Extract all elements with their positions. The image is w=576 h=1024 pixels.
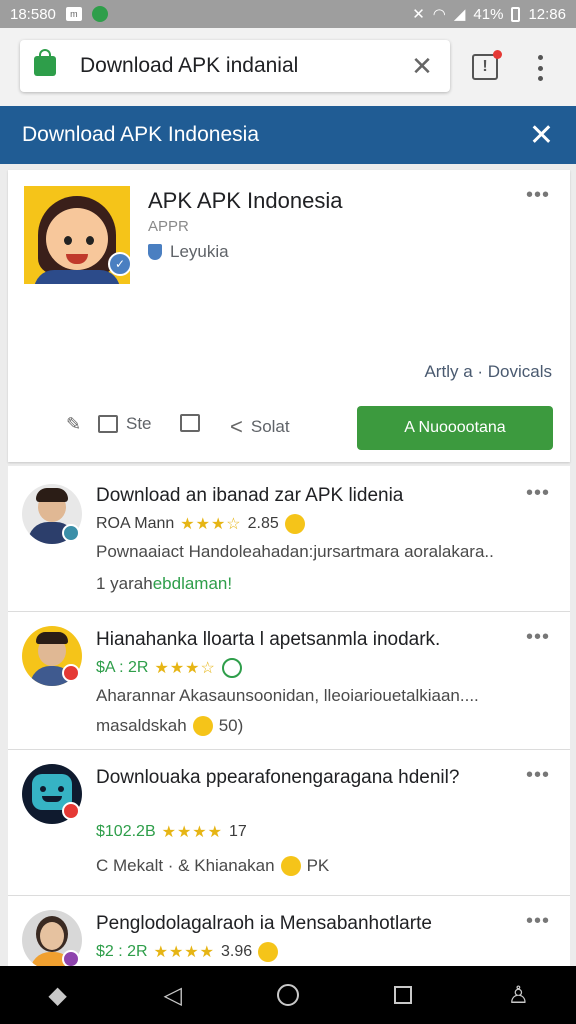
- item-foot-link[interactable]: ebdlaman!: [153, 574, 232, 594]
- item-title: Downlouaka ppearafonengaragana hdenil?: [96, 767, 460, 788]
- share-label: Solat: [250, 417, 290, 436]
- star-rating: ★★★☆: [154, 660, 216, 677]
- item-description: Aharannar Akasaunsoonidan, lleoiarioueta…: [96, 686, 479, 705]
- banner-title: Download APK Indonesia: [22, 123, 259, 146]
- developer-name: Leyukia: [170, 242, 229, 261]
- star-rating: ★★★★: [161, 824, 223, 841]
- signal-icon: ◢: [453, 6, 466, 23]
- status-time: 18:580: [10, 5, 56, 23]
- more-options-icon[interactable]: •••: [526, 482, 550, 505]
- item-description: Pownaaiact Handoleahadan:jursartmara aor…: [96, 542, 494, 561]
- avatar-badge-icon: [62, 524, 80, 542]
- list-item[interactable]: Download an ibanad zar APK lidenia ROA M…: [8, 466, 570, 612]
- more-options-icon[interactable]: •••: [526, 764, 550, 787]
- activity-text: Artly a · Dovicals: [424, 362, 552, 381]
- thumbs-up-icon: [98, 415, 118, 433]
- list-item[interactable]: Penglodolagalraoh ia Mensabanhotlarte $2…: [8, 896, 570, 966]
- page-banner: Download APK Indonesia ✕: [0, 106, 576, 164]
- navigation-bar: ◆ ◁ ♙: [0, 966, 576, 1024]
- item-foot-prefix: 1 yarah: [96, 574, 153, 593]
- item-meta-prefix: $102.2B: [96, 823, 156, 840]
- share-icon: <: [230, 414, 243, 439]
- close-icon[interactable]: ✕: [408, 51, 436, 82]
- action-row: ✎ Ste < Solat A Nuooootana: [8, 406, 570, 452]
- home-icon[interactable]: [268, 975, 308, 1015]
- url-text[interactable]: Download APK indanial: [80, 54, 408, 78]
- avatar-badge-icon: [62, 664, 80, 682]
- item-meta-suffix: 17: [228, 823, 247, 840]
- person-icon[interactable]: ♙: [498, 975, 538, 1015]
- battery-icon: [511, 6, 521, 22]
- verified-badge-icon: ✓: [108, 252, 132, 276]
- notification-icon: m: [65, 7, 82, 21]
- emoji-icon: [284, 514, 305, 534]
- star-rating: ★★★★: [153, 944, 215, 961]
- item-meta-prefix: $A : 2R: [96, 659, 149, 676]
- item-footer: C Mekalt · & Khianakan PK: [96, 856, 329, 876]
- app-subtitle: APPR: [148, 218, 189, 235]
- shield-icon: [148, 244, 162, 260]
- star-rating: ★★★☆: [180, 516, 242, 533]
- app-card: ✓ APK APK Indonesia APPR Leyukia ••• Art…: [8, 170, 570, 462]
- avatar-badge-icon: [62, 802, 80, 820]
- pen-icon: ✎: [66, 414, 82, 434]
- recents-icon[interactable]: [383, 975, 423, 1015]
- emoji-icon: [280, 856, 301, 876]
- comment-icon: [180, 414, 200, 432]
- developer-row: Leyukia: [148, 242, 229, 262]
- item-meta-suffix: 2.85: [247, 515, 279, 532]
- close-icon[interactable]: ✕: [529, 118, 554, 153]
- app-title: APK APK Indonesia: [148, 188, 343, 213]
- notification-dot: [493, 50, 502, 59]
- share-button[interactable]: < Solat: [230, 414, 290, 440]
- item-footer: masaldskah 50): [96, 716, 243, 736]
- app-notification-icon: [91, 6, 108, 22]
- item-meta-prefix: ROA Mann: [96, 515, 175, 532]
- comment-button[interactable]: [180, 414, 200, 432]
- more-options-icon[interactable]: •••: [526, 184, 550, 207]
- item-meta-prefix: $2 : 2R: [96, 943, 148, 960]
- like-label: Ste: [126, 414, 152, 433]
- list-item[interactable]: Hianahanka lloarta l apetsanmla inodark.…: [8, 612, 570, 750]
- wifi-icon: ◠: [432, 6, 446, 23]
- comment-list: Download an ibanad zar APK lidenia ROA M…: [8, 466, 570, 966]
- edit-button[interactable]: ✎: [66, 414, 81, 435]
- item-footer: 1 yarah ebdlaman!: [96, 574, 232, 594]
- list-item[interactable]: Downlouaka ppearafonengaragana hdenil? $…: [8, 750, 570, 896]
- item-meta: $2 : 2R ★★★★ 3.96: [96, 942, 279, 962]
- emoji-icon: [192, 716, 213, 736]
- item-foot-suffix: 50): [218, 716, 244, 735]
- lock-icon: [34, 49, 56, 76]
- item-title: Download an ibanad zar APK lidenia: [96, 485, 404, 506]
- tag-icon[interactable]: ◆: [38, 975, 78, 1015]
- tab-count: !: [482, 58, 488, 75]
- emoji-icon: [258, 942, 279, 962]
- mute-icon: ✕: [412, 6, 425, 23]
- tab-switcher-button[interactable]: !: [472, 50, 502, 80]
- item-meta-suffix: 3.96: [220, 943, 253, 960]
- back-icon[interactable]: ◁: [153, 975, 193, 1015]
- install-button[interactable]: A Nuooootana: [357, 406, 553, 450]
- item-foot-suffix: PK: [306, 856, 330, 875]
- item-meta: $A : 2R ★★★☆: [96, 658, 242, 678]
- status-bar: 18:580 m ✕ ◠ ◢ 41% 12:86: [0, 0, 576, 28]
- browser-toolbar: Download APK indanial ✕ !: [0, 28, 576, 106]
- more-options-icon[interactable]: •••: [526, 626, 550, 649]
- overflow-menu-button[interactable]: [530, 52, 550, 84]
- like-button[interactable]: Ste: [98, 414, 152, 434]
- status-clock: 12:86: [528, 5, 566, 23]
- item-meta: ROA Mann ★★★☆ 2.85: [96, 514, 305, 534]
- leaf-icon: [221, 658, 242, 678]
- item-meta: $102.2B ★★★★ 17: [96, 822, 247, 842]
- address-bar[interactable]: Download APK indanial ✕: [20, 40, 450, 92]
- item-foot-prefix: C Mekalt · & Khianakan: [96, 856, 275, 875]
- battery-percent: 41%: [473, 5, 504, 23]
- avatar-badge-icon: [62, 950, 80, 966]
- item-foot-prefix: masaldskah: [96, 716, 187, 735]
- item-title: Penglodolagalraoh ia Mensabanhotlarte: [96, 913, 432, 934]
- item-title: Hianahanka lloarta l apetsanmla inodark.: [96, 629, 441, 650]
- more-options-icon[interactable]: •••: [526, 910, 550, 933]
